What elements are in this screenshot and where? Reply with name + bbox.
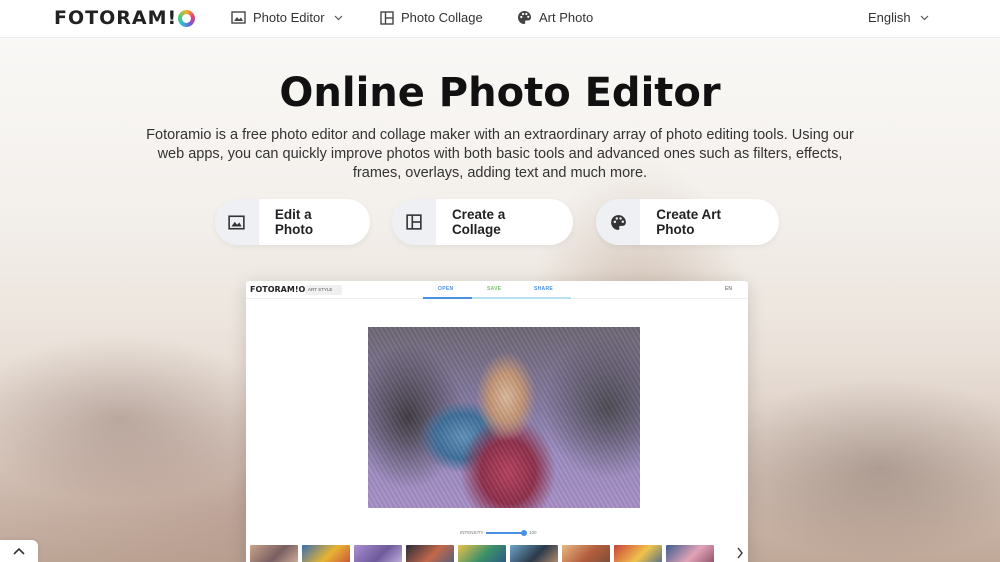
chevron-up-icon (13, 547, 25, 555)
preview-thumbnail (458, 545, 506, 562)
preview-intensity-slider (486, 532, 524, 534)
preview-intensity-label: INTENSITY (460, 530, 484, 535)
app-preview-screenshot: FOTORAM!O ART STYLE OPEN SAVE SHARE EN I… (246, 281, 748, 562)
collage-icon (406, 214, 422, 230)
chevron-down-icon (920, 15, 929, 20)
preview-thumbnail (354, 545, 402, 562)
preview-style-select: ART STYLE (305, 285, 342, 295)
chevron-down-icon (334, 15, 342, 20)
edit-photo-icon-cap (215, 199, 259, 245)
create-collage-icon-cap (392, 199, 436, 245)
nav-photo-collage-label: Photo Collage (401, 10, 483, 25)
nav-art-photo-label: Art Photo (539, 10, 594, 25)
preview-thumbnail (666, 545, 714, 562)
preview-tab-share: SHARE (534, 286, 554, 292)
create-art-photo-button[interactable]: Create Art Photo (596, 199, 779, 245)
preview-header: FOTORAM!O ART STYLE OPEN SAVE SHARE EN (246, 281, 748, 299)
preview-thumbnail (614, 545, 662, 562)
preview-thumbnail (302, 545, 350, 562)
preview-art-photo (368, 327, 640, 508)
preview-tab-save: SAVE (487, 286, 502, 292)
palette-icon (518, 11, 531, 24)
preview-tab-underline-active (423, 297, 472, 299)
preview-thumbnail (510, 545, 558, 562)
logo-ring-icon (178, 9, 196, 27)
preview-logo: FOTORAM!O (250, 285, 306, 294)
nav-photo-editor-label: Photo Editor (253, 10, 325, 25)
page-title: Online Photo Editor (279, 70, 721, 116)
nav-photo-editor[interactable]: Photo Editor (231, 10, 343, 25)
create-art-photo-label: Create Art Photo (656, 207, 722, 237)
preview-intensity-knob (521, 530, 527, 536)
edit-photo-label: Edit a Photo (274, 207, 314, 237)
image-icon (231, 11, 246, 24)
preview-thumbnail (406, 545, 454, 562)
preview-style-thumbnails (250, 545, 714, 562)
preview-lang: EN (725, 286, 732, 292)
create-collage-button[interactable]: Create a Collage (392, 199, 573, 245)
nav-art-photo[interactable]: Art Photo (517, 10, 593, 25)
chevron-right-icon (737, 547, 743, 559)
create-art-icon-cap (596, 199, 641, 245)
preview-intensity-value: 100 (529, 530, 537, 535)
language-selector[interactable]: English (868, 10, 929, 25)
preview-tab-open: OPEN (438, 286, 454, 292)
site-logo[interactable]: FOTORAM! (54, 7, 196, 29)
palette-icon (610, 214, 626, 230)
preview-thumbnail (562, 545, 610, 562)
image-icon (228, 214, 246, 230)
top-header: FOTORAM! Photo Editor Photo Collage Art … (0, 0, 1000, 38)
language-label: English (868, 10, 911, 25)
preview-thumbnail (250, 545, 298, 562)
nav-photo-collage[interactable]: Photo Collage (380, 10, 483, 25)
edit-photo-button[interactable]: Edit a Photo (215, 199, 370, 245)
page-description: Fotoramio is a free photo editor and col… (146, 127, 854, 181)
back-to-top-button[interactable] (0, 540, 38, 562)
collage-icon (380, 10, 394, 25)
create-collage-label: Create a Collage (451, 207, 506, 237)
site-logo-text: FOTORAM! (54, 7, 178, 29)
